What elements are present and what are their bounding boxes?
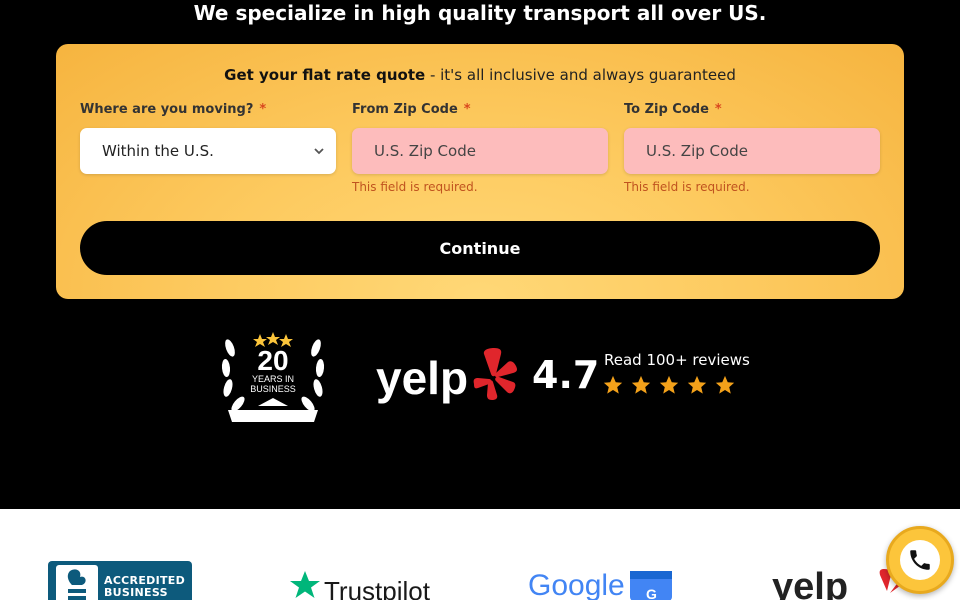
badge-number: 20 [257, 345, 288, 376]
to-zip-error: This field is required. [624, 180, 750, 194]
chevron-down-icon [314, 148, 324, 155]
quote-title-rest: - it's all inclusive and always guarante… [425, 66, 736, 84]
required-mark: * [259, 102, 267, 117]
from-zip-field: From Zip Code * U.S. Zip Code This field … [352, 102, 608, 194]
bbb-line2: BUSINESS [104, 586, 168, 599]
continue-button[interactable]: Continue [80, 221, 880, 275]
moving-label: Where are you moving? * [80, 102, 336, 120]
years-in-business-badge: 20 YEARS IN BUSINESS [221, 332, 325, 422]
svg-text:G: G [646, 586, 657, 600]
star-icon [687, 375, 707, 394]
quote-title-bold: Get your flat rate quote [224, 66, 426, 84]
trustpilot-star-icon [290, 571, 320, 598]
partner-logos: ACCREDITED BUSINESS Trustpilot Google G … [0, 509, 960, 600]
trustpilot-logo[interactable]: Trustpilot [288, 569, 438, 600]
star-icon [715, 375, 735, 394]
moving-label-text: Where are you moving? [80, 102, 254, 117]
to-zip-field: To Zip Code * U.S. Zip Code This field is… [624, 102, 880, 194]
yelp-logo[interactable]: yelp [376, 344, 520, 406]
yelp-burst-icon [473, 348, 517, 400]
headline: We specialize in high quality transport … [193, 1, 767, 25]
star-icon [603, 375, 623, 394]
phone-icon [910, 550, 930, 570]
call-button[interactable] [886, 526, 954, 594]
google-store-icon: G [630, 571, 672, 600]
badge-line1: YEARS IN [252, 374, 294, 384]
page: We specialize in high quality transport … [0, 0, 960, 600]
from-zip-label: From Zip Code * [352, 102, 608, 120]
moving-select-value: Within the U.S. [102, 142, 214, 160]
badge-line2: BUSINESS [250, 384, 296, 394]
yelp-strip-text: yelp [772, 566, 848, 600]
from-zip-input[interactable]: U.S. Zip Code [352, 128, 608, 174]
yelp-logo-text: yelp [376, 352, 468, 404]
star-icon [659, 375, 679, 394]
quote-title: Get your flat rate quote - it's all incl… [56, 66, 904, 84]
from-zip-placeholder: U.S. Zip Code [374, 142, 476, 160]
quote-form: Get your flat rate quote - it's all incl… [56, 44, 904, 299]
read-reviews-link[interactable]: Read 100+ reviews [604, 351, 750, 369]
from-zip-label-text: From Zip Code [352, 102, 458, 117]
bbb-torch-icon [56, 565, 98, 600]
bbb-accredited-logo[interactable]: ACCREDITED BUSINESS [48, 561, 192, 600]
required-mark: * [463, 102, 471, 117]
to-zip-input[interactable]: U.S. Zip Code [624, 128, 880, 174]
to-zip-label-text: To Zip Code [624, 102, 709, 117]
required-mark: * [714, 102, 722, 117]
google-business-logo[interactable]: Google G [528, 567, 678, 600]
to-zip-label: To Zip Code * [624, 102, 880, 120]
yelp-rating: 4.7 [532, 353, 600, 397]
call-button-inner [900, 540, 940, 580]
google-text: Google [528, 569, 625, 600]
trustpilot-text: Trustpilot [324, 576, 431, 600]
rating-stars [602, 374, 736, 396]
moving-field: Where are you moving? * Within the U.S. [80, 102, 336, 174]
star-icon [631, 375, 651, 394]
moving-select[interactable]: Within the U.S. [80, 128, 336, 174]
from-zip-error: This field is required. [352, 180, 478, 194]
to-zip-placeholder: U.S. Zip Code [646, 142, 748, 160]
